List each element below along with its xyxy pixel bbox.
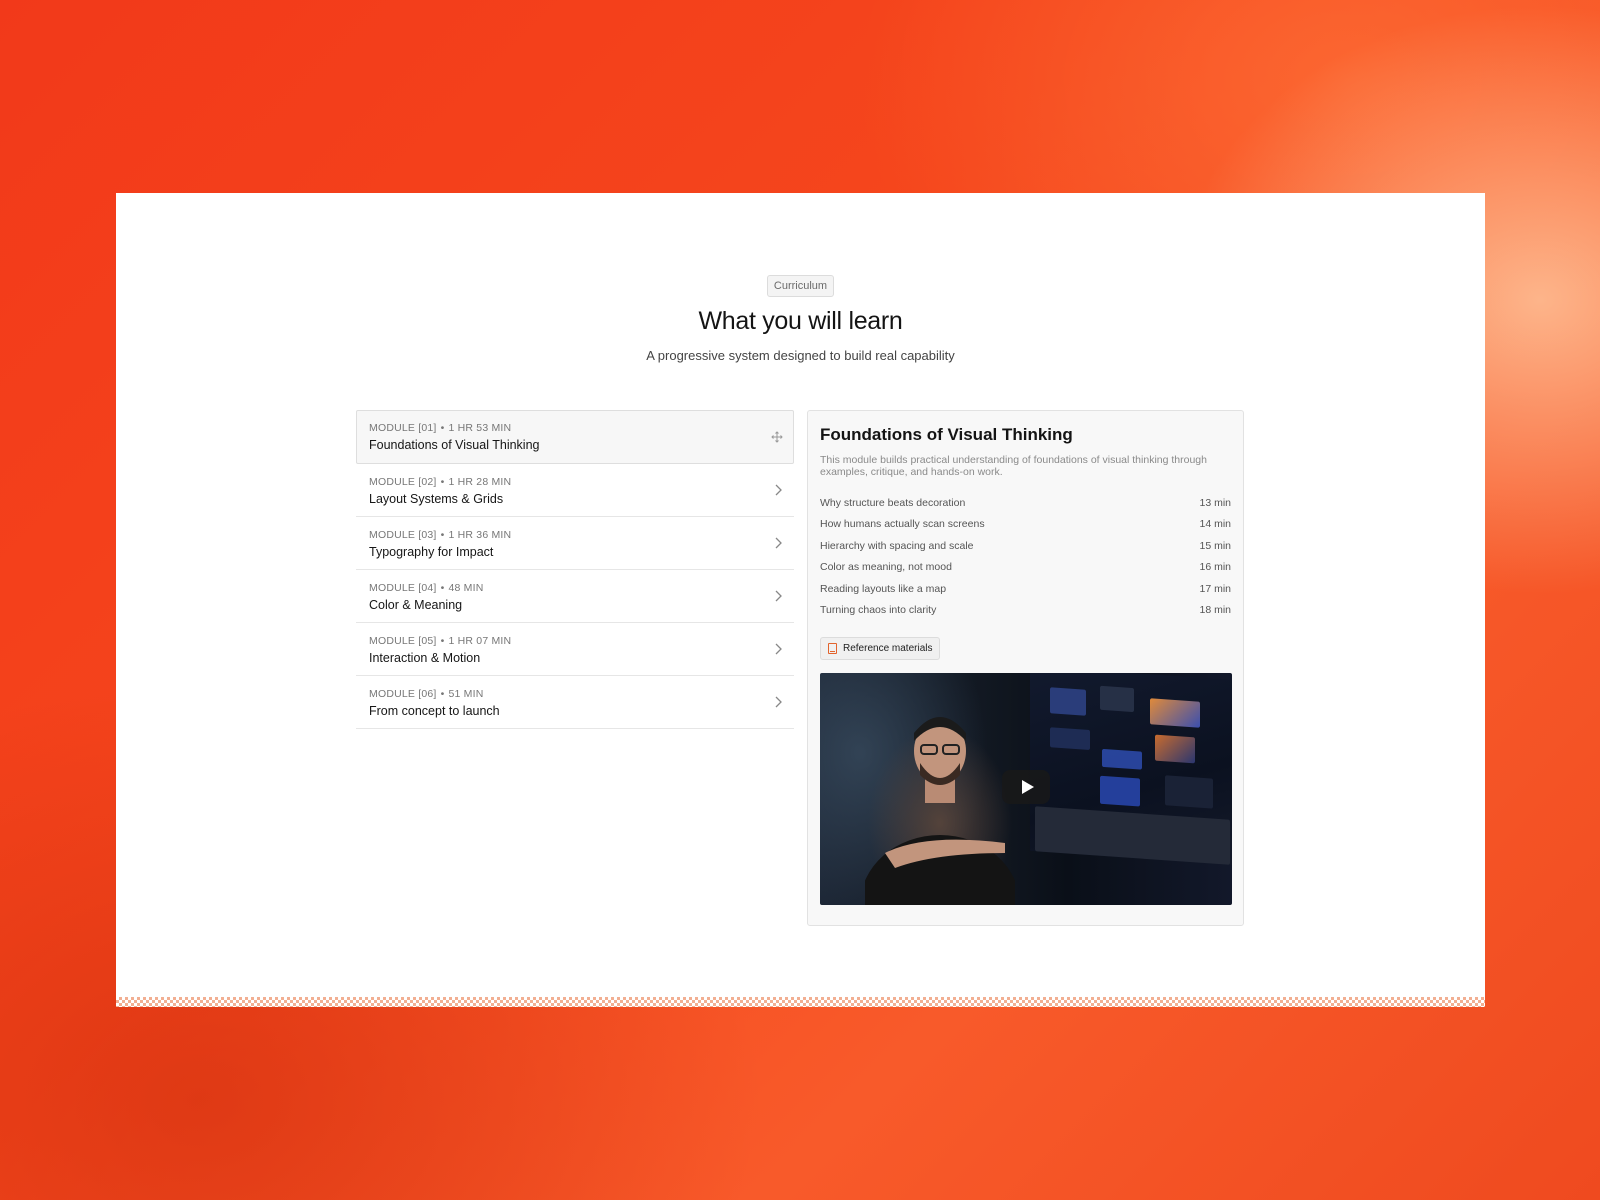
module-name: Layout Systems & Grids [369,492,504,506]
separator-dot: • [440,582,445,594]
detail-description: This module builds practical understandi… [820,454,1207,478]
module-duration: 48 MIN [448,582,484,594]
module-label: MODULE [01] [369,422,437,434]
book-icon [828,643,837,655]
separator-dot: • [440,688,445,700]
lesson-title: Turning chaos into clarity [820,603,937,616]
lesson-item[interactable]: Hierarchy with spacing and scale 15 min [820,540,1231,561]
module-detail-panel: Foundations of Visual Thinking This modu… [807,410,1244,926]
module-item-04[interactable]: MODULE [04] • 48 MIN Color & Meaning [356,570,794,623]
lesson-title: How humans actually scan screens [820,518,985,531]
module-duration: 1 HR 53 MIN [448,422,512,434]
module-item-05[interactable]: MODULE [05] • 1 HR 07 MIN Interaction & Mo… [356,623,794,676]
play-icon[interactable] [1002,770,1050,805]
lesson-title: Hierarchy with spacing and scale [820,539,974,552]
module-label: MODULE [04] [369,582,437,594]
module-meta: MODULE [04] • 48 MIN [369,582,794,594]
lesson-duration: 18 min [1199,603,1231,616]
chevron-right-icon [775,537,782,549]
lesson-item[interactable]: Reading layouts like a map 17 min [820,583,1231,604]
lesson-duration: 16 min [1199,561,1231,574]
lesson-item[interactable]: How humans actually scan screens 14 min [820,518,1231,539]
presenter-image [865,717,1015,906]
module-label: MODULE [05] [369,635,437,647]
module-duration: 51 MIN [448,688,484,700]
curriculum-badge: Curriculum [766,275,835,297]
lesson-duration: 14 min [1199,518,1231,531]
lesson-list: Why structure beats decoration 13 min Ho… [820,497,1231,625]
module-item-03[interactable]: MODULE [03] • 1 HR 36 MIN Typography for I… [356,517,794,570]
curriculum-card: Curriculum What you will learn A progres… [116,193,1485,1007]
chevron-right-icon [775,696,782,708]
separator-dot: • [440,476,445,488]
move-icon [771,431,783,443]
lesson-duration: 17 min [1199,582,1231,595]
separator-dot: • [440,422,445,434]
module-meta: MODULE [06] • 51 MIN [369,688,794,700]
chevron-right-icon [775,484,782,496]
lesson-item[interactable]: Color as meaning, not mood 16 min [820,561,1231,582]
section-title: What you will learn [698,307,903,335]
module-duration: 1 HR 36 MIN [448,529,512,541]
checkered-border [116,997,1485,1007]
lesson-item[interactable]: Why structure beats decoration 13 min [820,497,1231,518]
module-label: MODULE [02] [369,476,437,488]
module-item-01[interactable]: MODULE [01] • 1 HR 53 MIN Foundations of V… [356,410,794,464]
reference-materials-label: Reference materials [843,643,933,655]
lesson-duration: 15 min [1199,539,1231,552]
lesson-title: Reading layouts like a map [820,582,947,595]
module-duration: 1 HR 07 MIN [448,635,512,647]
module-list: MODULE [01] • 1 HR 53 MIN Foundations of V… [356,410,794,729]
module-name: Foundations of Visual Thinking [369,438,540,452]
module-name: Typography for Impact [369,545,494,559]
separator-dot: • [440,635,445,647]
module-duration: 1 HR 28 MIN [448,476,512,488]
chevron-right-icon [775,643,782,655]
module-meta: MODULE [05] • 1 HR 07 MIN [369,635,794,647]
module-name: From concept to launch [369,704,500,718]
section-subtitle: A progressive system designed to build r… [646,348,955,363]
module-item-02[interactable]: MODULE [02] • 1 HR 28 MIN Layout Systems &… [356,464,794,517]
reference-materials-button[interactable]: Reference materials [820,637,941,661]
module-meta: MODULE [02] • 1 HR 28 MIN [369,476,794,488]
separator-dot: • [440,529,445,541]
video-player[interactable] [820,673,1232,906]
lesson-item[interactable]: Turning chaos into clarity 18 min [820,604,1231,625]
module-label: MODULE [03] [369,529,437,541]
section-header: Curriculum What you will learn A progres… [116,275,1485,363]
module-name: Interaction & Motion [369,651,481,665]
module-label: MODULE [06] [369,688,437,700]
module-meta: MODULE [01] • 1 HR 53 MIN [369,422,793,434]
video-background-screen [1030,673,1232,866]
module-meta: MODULE [03] • 1 HR 36 MIN [369,529,794,541]
module-name: Color & Meaning [369,598,463,612]
lesson-title: Color as meaning, not mood [820,561,952,574]
module-item-06[interactable]: MODULE [06] • 51 MIN From concept to launc… [356,676,794,729]
detail-title: Foundations of Visual Thinking [820,425,1073,444]
lesson-title: Why structure beats decoration [820,497,966,509]
lesson-duration: 13 min [1199,497,1231,509]
chevron-right-icon [775,590,782,602]
